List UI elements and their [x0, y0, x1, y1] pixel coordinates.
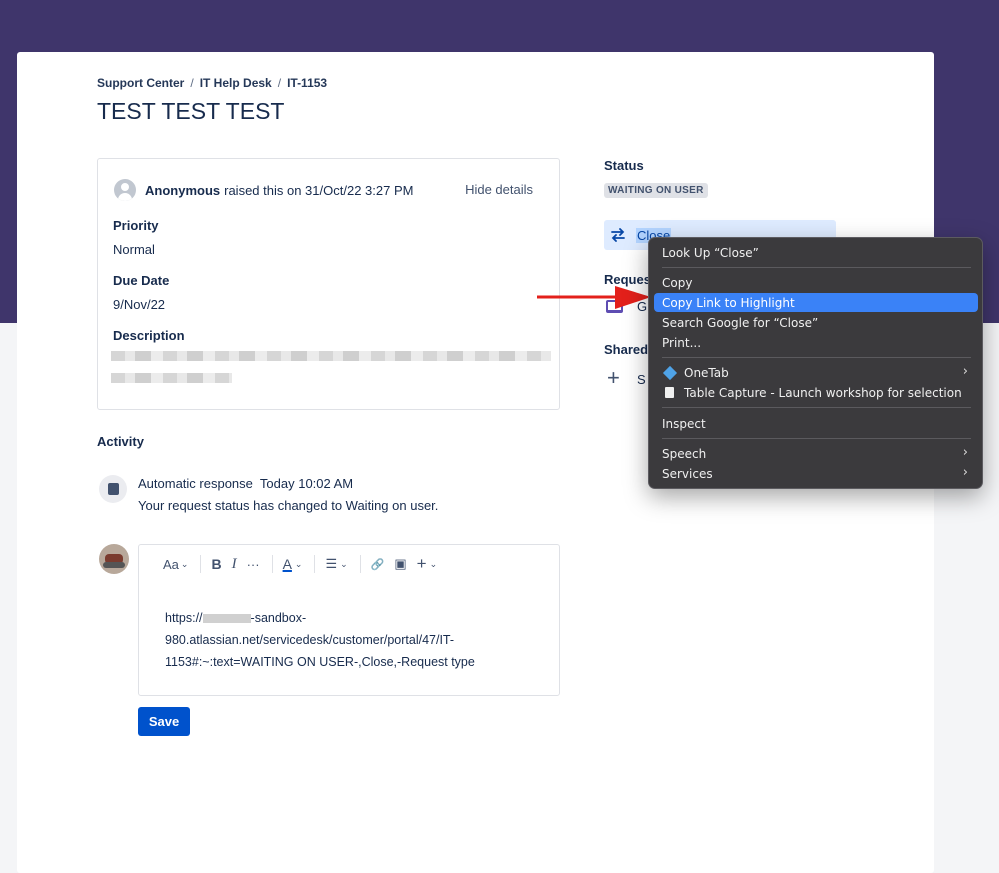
context-menu: Look Up “Close” Copy Copy Link to Highli…: [648, 237, 983, 489]
menu-item-copy[interactable]: Copy: [654, 273, 978, 292]
robot-avatar-icon: [99, 475, 127, 503]
submenu-arrow-icon: ›: [962, 465, 968, 480]
blurred-description-line: [111, 351, 551, 361]
menu-item-onetab[interactable]: OneTab ›: [654, 363, 978, 382]
annotation-arrow-icon: [537, 286, 651, 309]
bold-button[interactable]: B: [211, 556, 221, 572]
anonymous-avatar-icon: [114, 179, 136, 201]
editor-content[interactable]: https://-sandbox- 980.atlassian.net/serv…: [165, 607, 525, 673]
breadcrumb-separator: /: [190, 76, 194, 90]
auto-response-message: Your request status has changed to Waiti…: [138, 498, 439, 513]
activity-heading: Activity: [97, 434, 144, 449]
list-button[interactable]: ☰ ⌄: [325, 556, 347, 572]
menu-item-copy-link-to-highlight[interactable]: Copy Link to Highlight: [654, 293, 978, 312]
link-icon[interactable]: 🔗: [371, 558, 385, 571]
due-date-label: Due Date: [113, 273, 170, 288]
auto-response-meta: Automatic response Today 10:02 AM: [138, 476, 353, 491]
toolbar-divider: [359, 555, 361, 573]
due-date-value: 9/Nov/22: [113, 297, 166, 312]
auto-response-author: Automatic response: [138, 476, 253, 491]
page-title: TEST TEST TEST: [97, 98, 285, 124]
list-icon: ☰: [325, 556, 338, 571]
menu-item-speech[interactable]: Speech ›: [654, 444, 978, 463]
menu-item-inspect[interactable]: Inspect: [654, 414, 978, 433]
menu-separator: [662, 357, 971, 358]
menu-item-print[interactable]: Print...: [654, 333, 978, 352]
more-formatting-button[interactable]: ···: [247, 557, 260, 572]
breadcrumb-support-center[interactable]: Support Center: [97, 76, 184, 90]
user-avatar: [99, 544, 129, 574]
toolbar-divider: [200, 555, 202, 573]
priority-label: Priority: [113, 218, 159, 233]
document-icon: [665, 387, 674, 398]
text-style-button[interactable]: Aa ⌄: [163, 557, 188, 572]
raised-date-text: raised this on 31/Oct/22 3:27 PM: [224, 182, 414, 198]
status-label: Status: [604, 158, 644, 173]
submenu-arrow-icon: ›: [962, 364, 968, 379]
menu-separator: [662, 438, 971, 439]
comment-editor[interactable]: Aa ⌄ B I ··· A ⌄ ☰ ⌄ 🔗 ▣ + ⌄ https://-sandbo…: [138, 544, 560, 696]
editor-toolbar: Aa ⌄ B I ··· A ⌄ ☰ ⌄ 🔗 ▣ + ⌄: [163, 554, 447, 574]
toolbar-divider: [314, 555, 316, 573]
breadcrumb-separator: /: [277, 76, 282, 90]
onetab-icon: [662, 365, 678, 380]
image-icon[interactable]: ▣: [394, 556, 406, 572]
description-label: Description: [113, 328, 185, 343]
status-badge: WAITING ON USER: [604, 183, 708, 198]
text-color-button[interactable]: A ⌄: [283, 556, 303, 572]
toolbar-divider: [271, 555, 273, 573]
menu-item-look-up[interactable]: Look Up “Close”: [654, 243, 978, 262]
transition-arrows-icon: [611, 228, 625, 242]
redacted-text: [202, 614, 251, 624]
menu-separator: [662, 267, 971, 268]
breadcrumb-issue-key[interactable]: IT-1153: [287, 76, 327, 90]
request-details-panel: Anonymous raised this on 31/Oct/22 3:27 …: [97, 158, 560, 410]
menu-item-table-capture[interactable]: Table Capture - Launch workshop for sele…: [654, 383, 978, 402]
blurred-description-line: [111, 373, 232, 383]
priority-value: Normal: [113, 242, 155, 257]
plus-icon[interactable]: +: [607, 367, 620, 389]
menu-item-services[interactable]: Services ›: [654, 464, 978, 483]
insert-button[interactable]: + ⌄: [417, 554, 437, 574]
hide-details-link[interactable]: Hide details: [465, 182, 533, 197]
menu-item-search-google[interactable]: Search Google for “Close”: [654, 313, 978, 332]
auto-response-time: Today 10:02 AM: [259, 476, 354, 491]
reporter-name: Anonymous: [145, 182, 221, 198]
raised-by-line: Anonymous raised this on 31/Oct/22 3:27 …: [114, 179, 413, 201]
shared-with-label: Shared: [604, 342, 649, 357]
breadcrumb: Support Center / IT Help Desk / IT-1153: [97, 76, 327, 90]
submenu-arrow-icon: ›: [962, 445, 968, 460]
save-button[interactable]: Save: [138, 707, 190, 736]
breadcrumb-it-help-desk[interactable]: IT Help Desk: [200, 76, 272, 90]
share-link[interactable]: S: [637, 372, 646, 387]
italic-button[interactable]: I: [232, 556, 237, 573]
menu-separator: [662, 407, 971, 408]
